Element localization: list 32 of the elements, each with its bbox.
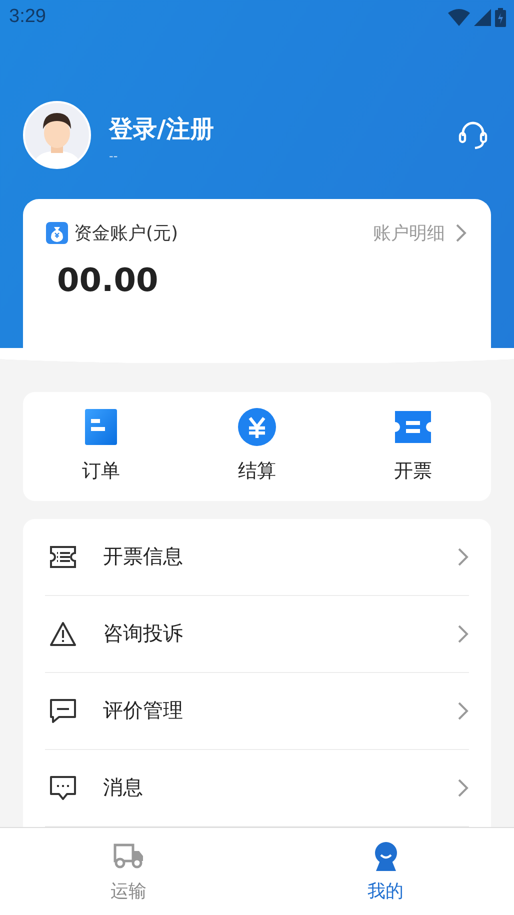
status-time: 3:29 <box>9 6 46 28</box>
chevron-right-icon <box>457 624 469 644</box>
account-title: 资金账户(元) <box>74 222 178 246</box>
nav-tab[interactable]: 我的 <box>257 828 514 915</box>
warning-icon <box>49 620 77 647</box>
headset-icon[interactable] <box>458 120 488 150</box>
quick-action[interactable]: 订单 <box>23 392 179 501</box>
menu-item[interactable]: 评价管理 <box>45 672 469 750</box>
balance-amount: 00.00 <box>57 261 160 300</box>
login-register-link[interactable]: 登录/注册 <box>109 113 458 146</box>
comment-icon <box>49 698 77 724</box>
truck-icon <box>112 842 144 868</box>
ticket-icon <box>395 411 431 444</box>
signal-icon <box>474 8 491 26</box>
document-icon <box>85 409 117 446</box>
ticket-icon <box>49 544 77 569</box>
chevron-right-icon <box>457 778 469 798</box>
chevron-right-icon <box>455 223 467 244</box>
quick-action[interactable]: 开票 <box>335 392 491 501</box>
money-bag-icon <box>46 222 68 244</box>
wifi-icon <box>448 8 470 26</box>
profile-subtitle: -- <box>109 149 119 164</box>
message-icon <box>49 774 77 801</box>
nav-tab[interactable]: 运输 <box>0 828 257 915</box>
menu-item[interactable]: 咨询投诉 <box>45 596 469 673</box>
chevron-right-icon <box>457 700 469 721</box>
menu-item[interactable]: 开票信息 <box>45 518 469 596</box>
chevron-right-icon <box>457 546 469 567</box>
battery-icon <box>495 8 506 27</box>
yen-coin-icon <box>238 408 276 446</box>
quick-action[interactable]: 结算 <box>179 392 335 501</box>
person-icon <box>372 840 398 870</box>
